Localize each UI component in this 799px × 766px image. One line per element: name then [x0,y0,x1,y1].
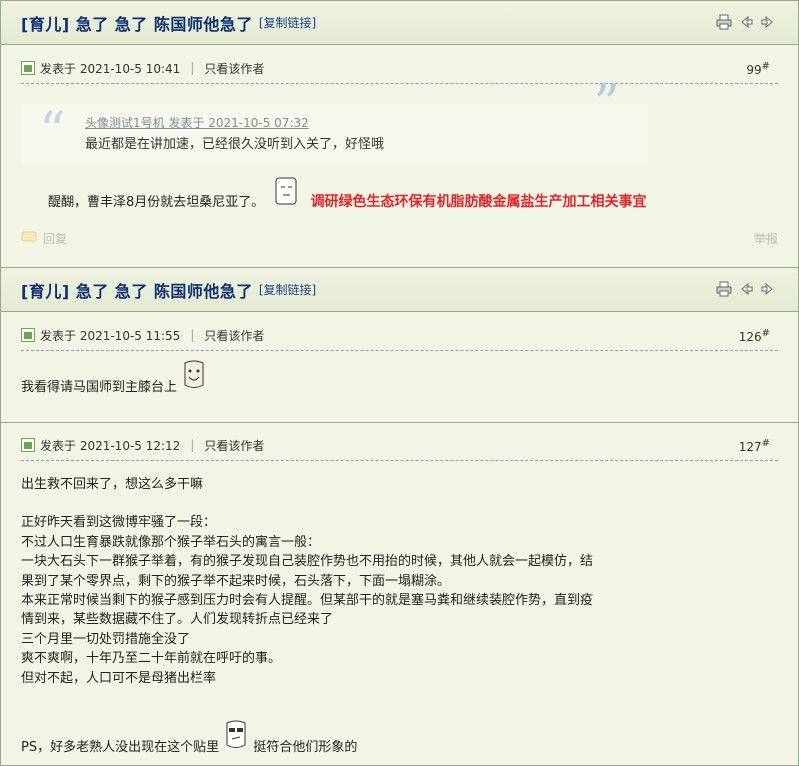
post-meta: 发表于 2021-10-5 12:12 | 只看该作者 127# [1,430,798,460]
post-99: 发表于 2021-10-5 10:41 | 只看该作者 99# “ 头像测试1号… [1,53,798,249]
online-status-icon [21,328,35,342]
emoji-face-icon [274,176,300,213]
thread-header: [育儿] 急了 急了 陈国师他急了 [复制链接] [1,1,798,45]
header-tools [716,281,776,297]
thread-title-text[interactable]: 急了 急了 陈国师他急了 [76,15,253,34]
floor-value: 127 [738,440,762,454]
only-author-link[interactable]: 只看该作者 [204,437,264,454]
reply-icon [21,230,37,247]
body-line: 但对不起，人口可不是母猪出栏率 [21,670,217,686]
copy-link-button[interactable]: [复制链接] [259,281,316,298]
body-line: 情到来，某些数据藏不住了。人们发现转折点已经来了 [21,612,334,628]
body-line: 果到了某个零界点，剩下的猴子举不起来时候，石头落下，下面一塌糊涂。 [21,573,451,589]
body-line: 正好昨天看到这微博牢骚了一段： [21,515,217,531]
ps-line: PS，好多老熟人没出现在这个贴里 挺符合他们形象的 [21,719,778,757]
report-button[interactable]: 举报 [754,230,778,247]
next-thread-icon[interactable] [760,14,776,30]
body-line [21,688,778,707]
copy-link-button[interactable]: [复制链接] [259,14,316,31]
floor-value: 126 [738,330,762,344]
divider-dashed [21,350,778,351]
print-icon[interactable] [716,14,732,30]
emoji-laugh-icon [181,359,207,398]
post-time: 发表于 2021-10-5 12:12 [40,438,181,453]
thread-category[interactable]: [育儿] [21,15,70,34]
prev-thread-icon[interactable] [738,14,754,30]
separator: | [190,438,195,452]
post-body: 我看得请马国师到主膝台上 [1,359,798,398]
thread-title[interactable]: [育儿] 急了 急了 陈国师他急了 [21,278,253,302]
body-line: 爽不爽啊，十年乃至二十年前就在呼吁的事。 [21,651,282,667]
post-meta: 发表于 2021-10-5 11:55 | 只看该作者 126# [1,320,798,350]
emoji-sunglasses-icon [223,719,249,757]
floor-number[interactable]: 126# [739,328,770,344]
header-tools [716,14,776,30]
post-divider [1,422,798,423]
thread-title-text[interactable]: 急了 急了 陈国师他急了 [76,282,253,301]
floor-number[interactable]: 127# [739,438,770,454]
body-line: 不过人口生育暴跌就像那个猴子举石头的寓言一般： [21,534,321,550]
post-time: 发表于 2021-10-5 10:41 [40,61,181,76]
ps-text: PS，好多老熟人没出现在这个贴里 [21,740,220,756]
post-meta: 发表于 2021-10-5 10:41 | 只看该作者 99# [1,53,798,83]
ps-tail: 挺符合他们形象的 [253,740,358,756]
divider-dashed [21,83,778,84]
body-line: 出生救不回来了，想这么多干嘛 [21,477,204,492]
reply-label: 回复 [43,231,68,246]
floor-mark: # [761,328,770,339]
post-body: 醍醐，曹丰泽8月份就去坦桑尼亚了。 调研绿色生态环保有机脂肪酸金属盐生产加工相关… [1,176,798,213]
divider-dashed [21,460,778,461]
post-126: 发表于 2021-10-5 11:55 | 只看该作者 126# 我看得请马国师… [1,320,798,422]
ad-link[interactable]: 调研绿色生态环保有机脂肪酸金属盐生产加工相关事宜 [311,194,647,210]
only-author-link[interactable]: 只看该作者 [204,60,264,77]
body-line [21,494,778,513]
only-author-link[interactable]: 只看该作者 [204,327,264,344]
quote-open-icon: “ [39,102,66,162]
reply-button[interactable]: 回复 [21,230,67,247]
body-line: 本来正常时候当剩下的猴子感到压力时会有人提醒。但某部干的就是塞马粪和继续装腔作势… [21,593,594,609]
post-body: 出生救不回来了，想这么多干嘛 正好昨天看到这微博牢骚了一段： 不过人口生育暴跌就… [1,475,798,757]
body-line: 三个月里一切处罚措施全没了 [21,631,191,647]
thread-2: [育儿] 急了 急了 陈国师他急了 [复制链接] 发表于 2021-10-5 1… [0,267,799,766]
floor-mark: # [761,438,770,449]
post-127: 发表于 2021-10-5 12:12 | 只看该作者 127# 出生救不回来了… [1,430,798,757]
prev-thread-icon[interactable] [738,281,754,297]
thread-header: [育儿] 急了 急了 陈国师他急了 [复制链接] [1,268,798,312]
print-icon[interactable] [716,281,732,297]
thread-1: [育儿] 急了 急了 陈国师他急了 [复制链接] 发表于 2021-10-5 1… [0,0,799,268]
online-status-icon [21,438,35,452]
floor-mark: # [761,61,770,72]
online-status-icon [21,61,35,75]
quote-author[interactable]: 头像测试1号机 发表于 2021-10-5 07:32 [85,114,628,131]
thread-category[interactable]: [育儿] [21,282,70,301]
post-time: 发表于 2021-10-5 11:55 [40,328,181,343]
post-actions: 回复 举报 [1,227,798,249]
thread-title[interactable]: [育儿] 急了 急了 陈国师他急了 [21,11,253,35]
quote-close-icon: ” [593,75,620,135]
quote-block: “ 头像测试1号机 发表于 2021-10-5 07:32 最近都是在讲加速，已… [21,104,648,164]
next-thread-icon[interactable] [760,281,776,297]
body-line: 一块大石头下一群猴子举着，有的猴子发现自己装腔作势也不用抬的时候，其他人就会一起… [21,554,594,570]
post-text: 我看得请马国师到主膝台上 [21,380,178,395]
separator: | [190,328,195,342]
floor-number[interactable]: 99# [746,61,770,77]
post-text: 醍醐，曹丰泽8月份就去坦桑尼亚了。 [48,195,265,210]
quote-text: 最近都是在讲加速，已经很久没听到入关了，好怪哦 [85,137,385,152]
floor-value: 99 [746,63,762,77]
separator: | [190,61,195,75]
